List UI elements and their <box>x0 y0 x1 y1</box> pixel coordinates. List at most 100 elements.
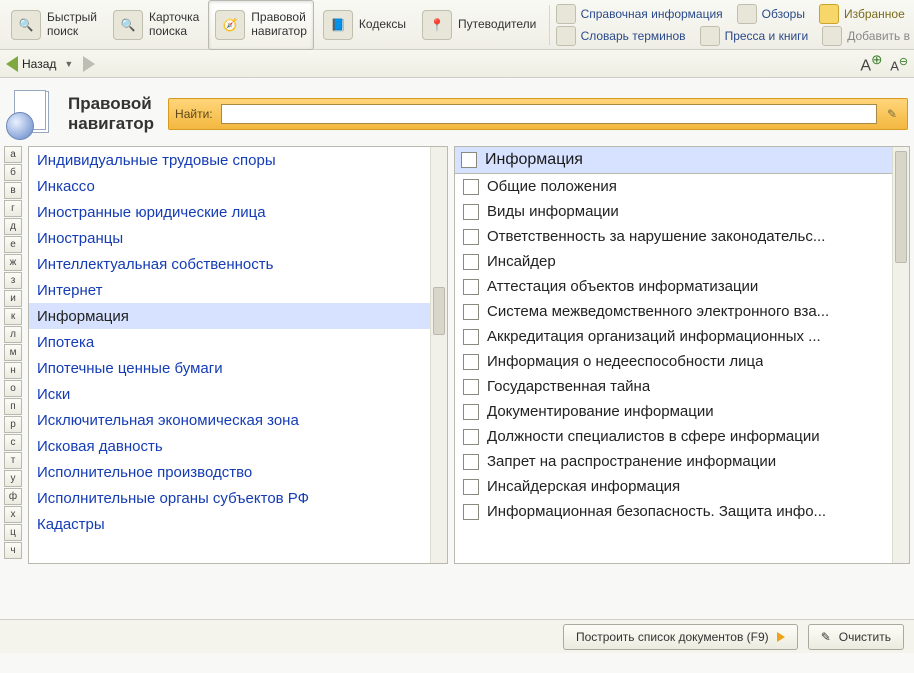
category-list[interactable]: Индивидуальные трудовые спорыИнкассоИнос… <box>29 147 430 563</box>
info-icon <box>556 4 576 24</box>
build-list-label: Построить список документов (F9) <box>576 630 769 644</box>
category-item[interactable]: Исполнительное производство <box>29 459 430 485</box>
item-checkbox[interactable] <box>463 379 479 395</box>
alpha-letter-з[interactable]: з <box>4 272 22 289</box>
subcategory-item[interactable]: Виды информации <box>455 199 892 224</box>
subcategory-item[interactable]: Запрет на распространение информации <box>455 449 892 474</box>
item-checkbox[interactable] <box>463 279 479 295</box>
alpha-letter-т[interactable]: т <box>4 452 22 469</box>
alpha-letter-п[interactable]: п <box>4 398 22 415</box>
item-checkbox[interactable] <box>463 354 479 370</box>
subcategory-item[interactable]: Должности специалистов в сфере информаци… <box>455 424 892 449</box>
subcategory-item[interactable]: Общие положения <box>455 174 892 199</box>
alpha-letter-ж[interactable]: ж <box>4 254 22 271</box>
category-item[interactable]: Иски <box>29 381 430 407</box>
search-input[interactable] <box>221 104 877 124</box>
glossary-link[interactable]: Словарь терминов <box>556 26 686 46</box>
subcategory-label: Запрет на распространение информации <box>487 453 776 470</box>
guides-label: Путеводители <box>458 18 536 32</box>
alpha-letter-у[interactable]: у <box>4 470 22 487</box>
subcategory-item[interactable]: Аттестация объектов информатизации <box>455 274 892 299</box>
item-checkbox[interactable] <box>463 429 479 445</box>
ref-info-link[interactable]: Справочная информация <box>556 4 723 24</box>
alpha-letter-м[interactable]: м <box>4 344 22 361</box>
subcategory-item[interactable]: Документирование информации <box>455 399 892 424</box>
alpha-letter-ф[interactable]: ф <box>4 488 22 505</box>
subcategory-item[interactable]: Инсайдерская информация <box>455 474 892 499</box>
right-scrollbar[interactable] <box>892 147 909 563</box>
alpha-letter-с[interactable]: с <box>4 434 22 451</box>
alpha-letter-а[interactable]: а <box>4 146 22 163</box>
alpha-letter-в[interactable]: в <box>4 182 22 199</box>
back-button[interactable]: Назад ▼ <box>6 56 75 72</box>
category-item[interactable]: Индивидуальные трудовые споры <box>29 147 430 173</box>
item-checkbox[interactable] <box>463 329 479 345</box>
subcategory-item[interactable]: Информация о недееспособности лица <box>455 349 892 374</box>
clear-search-icon[interactable]: ✎ <box>883 105 901 123</box>
category-item[interactable]: Исковая давность <box>29 433 430 459</box>
item-checkbox[interactable] <box>463 179 479 195</box>
category-item[interactable]: Информация <box>29 303 430 329</box>
category-item[interactable]: Ипотечные ценные бумаги <box>29 355 430 381</box>
category-item[interactable]: Исключительная экономическая зона <box>29 407 430 433</box>
item-checkbox[interactable] <box>463 204 479 220</box>
alpha-letter-б[interactable]: б <box>4 164 22 181</box>
alpha-letter-о[interactable]: о <box>4 380 22 397</box>
left-scrollbar[interactable] <box>430 147 447 563</box>
subcategory-item[interactable]: Инсайдер <box>455 249 892 274</box>
category-item[interactable]: Интеллектуальная собственность <box>29 251 430 277</box>
right-pane-header[interactable]: Информация <box>455 147 892 174</box>
press-link[interactable]: Пресса и книги <box>700 26 809 46</box>
alpha-letter-р[interactable]: р <box>4 416 22 433</box>
add-to-link[interactable]: Добавить в <box>822 26 910 46</box>
subcategory-item[interactable]: Государственная тайна <box>455 374 892 399</box>
books-icon <box>700 26 720 46</box>
font-decrease-button[interactable]: A⊖ <box>890 55 908 73</box>
group-checkbox[interactable] <box>461 152 477 168</box>
category-item[interactable]: Интернет <box>29 277 430 303</box>
alpha-letter-е[interactable]: е <box>4 236 22 253</box>
item-checkbox[interactable] <box>463 504 479 520</box>
item-checkbox[interactable] <box>463 404 479 420</box>
item-checkbox[interactable] <box>463 254 479 270</box>
clear-button[interactable]: ✎ Очистить <box>808 624 904 650</box>
alpha-letter-д[interactable]: д <box>4 218 22 235</box>
category-item[interactable]: Исполнительные органы субъектов РФ <box>29 485 430 511</box>
alpha-letter-и[interactable]: и <box>4 290 22 307</box>
item-checkbox[interactable] <box>463 479 479 495</box>
forward-button[interactable] <box>83 56 95 72</box>
guides-button[interactable]: 📍 Путеводители <box>415 0 543 50</box>
favorites-link[interactable]: Избранное <box>819 4 905 24</box>
alpha-letter-н[interactable]: н <box>4 362 22 379</box>
pen-icon <box>737 4 757 24</box>
category-item[interactable]: Ипотека <box>29 329 430 355</box>
search-bar: Найти: ✎ <box>168 98 908 130</box>
subcategory-item[interactable]: Информационная безопасность. Защита инфо… <box>455 499 892 524</box>
category-item[interactable]: Кадастры <box>29 511 430 537</box>
alpha-letter-л[interactable]: л <box>4 326 22 343</box>
codex-button[interactable]: 📘 Кодексы <box>316 0 413 50</box>
subcategory-item[interactable]: Аккредитация организаций информационных … <box>455 324 892 349</box>
build-list-button[interactable]: Построить список документов (F9) <box>563 624 798 650</box>
reviews-link[interactable]: Обзоры <box>737 4 805 24</box>
item-checkbox[interactable] <box>463 229 479 245</box>
subcategory-list[interactable]: Общие положенияВиды информацииОтветствен… <box>455 174 892 563</box>
category-item[interactable]: Иностранцы <box>29 225 430 251</box>
subcategory-item[interactable]: Система межведомственного электронного в… <box>455 299 892 324</box>
legal-navigator-button[interactable]: 🧭 Правовойнавигатор <box>208 0 314 50</box>
font-increase-button[interactable]: A⊕ <box>860 52 882 75</box>
category-item[interactable]: Инкассо <box>29 173 430 199</box>
search-card-button[interactable]: 🔍 Карточкапоиска <box>106 0 206 50</box>
quick-search-button[interactable]: 🔍 Быстрыйпоиск <box>4 0 104 50</box>
alpha-letter-г[interactable]: г <box>4 200 22 217</box>
item-checkbox[interactable] <box>463 454 479 470</box>
right-pane-title: Информация <box>485 151 583 169</box>
item-checkbox[interactable] <box>463 304 479 320</box>
category-item[interactable]: Иностранные юридические лица <box>29 199 430 225</box>
alpha-letter-ч[interactable]: ч <box>4 542 22 559</box>
back-dropdown-icon[interactable]: ▼ <box>64 59 73 69</box>
alpha-letter-ц[interactable]: ц <box>4 524 22 541</box>
subcategory-item[interactable]: Ответственность за нарушение законодател… <box>455 224 892 249</box>
alpha-letter-к[interactable]: к <box>4 308 22 325</box>
alpha-letter-х[interactable]: х <box>4 506 22 523</box>
